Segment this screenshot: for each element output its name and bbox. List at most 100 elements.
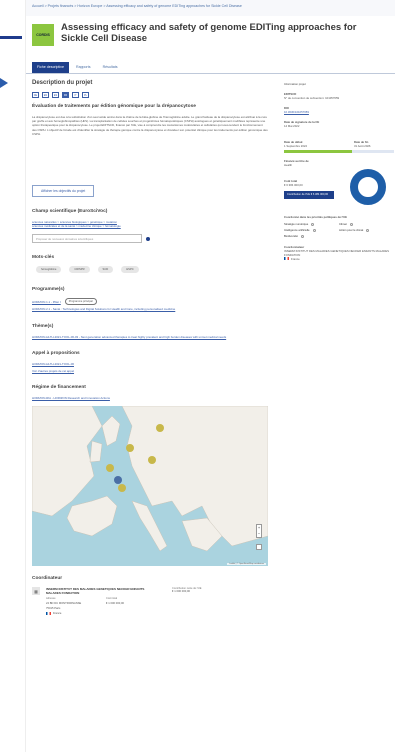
lang-fr[interactable]: FR (62, 92, 69, 98)
contribution-donut (350, 169, 386, 205)
priority-item[interactable]: Action pour le climat (339, 229, 394, 232)
field-link[interactable]: sciences médicales et de la santé > méde… (32, 224, 268, 228)
tab-bar: Fiche descriptive Rapports Résultats (26, 62, 395, 74)
cost-value: € 6 384 000,00 (284, 183, 303, 187)
coordinator-cost-label: Coût total (106, 597, 118, 601)
lang-en[interactable]: EN (42, 92, 49, 98)
tab-resultats[interactable]: Résultats (98, 62, 123, 73)
field-heading: Champ scientifique (EuroSciVoc) (32, 209, 108, 214)
lang-de[interactable]: DE (32, 92, 39, 98)
map-marker[interactable] (118, 484, 126, 493)
grant-agreement: N° de convention de subvention: 10105765… (284, 96, 340, 100)
radio-icon (349, 223, 353, 226)
keyword-chip[interactable]: SCD (97, 266, 114, 274)
project-progress-bar (284, 150, 394, 153)
start-date: 1 Septembre 2022 (284, 144, 308, 148)
theme-section: Thème(s) HORIZON-HLTH-2021-TOOL-06-03 - … (32, 324, 268, 339)
sidebar-country-row: France (284, 257, 394, 261)
call-other-projects-link[interactable]: Voir d'autres projets de cet appel (32, 369, 268, 373)
description-text: La drépanocytose est due à la substituti… (32, 115, 268, 136)
info-title: Information projet (284, 82, 306, 86)
keyword-chip[interactable]: CRISPR (69, 266, 90, 274)
funded-value: Health (284, 163, 293, 167)
map-attribution: Leaflet | © OpenStreetMap contributors (227, 563, 266, 566)
page: Accueil > Projets financés > Horizon Eur… (25, 0, 395, 752)
map-marker[interactable] (106, 464, 114, 473)
project-header: CORDIS Assessing efficacy and safety of … (26, 16, 395, 62)
call-section: Appel à propositions HORIZON-HLTH-2021-T… (32, 351, 268, 373)
field-suggest-row: Proposer de nouveaux domaines scientifiq… (32, 234, 268, 244)
radio-icon (300, 235, 304, 239)
radio-icon (366, 229, 370, 233)
keyword-chip[interactable]: hémoglobine (36, 266, 62, 274)
eu-contribution-button[interactable]: Contribution de l'UE € 6 384 000,00 (284, 191, 334, 199)
lang-it[interactable]: IT (72, 92, 79, 98)
programme-heading: Programme(s) (32, 287, 65, 293)
priority-item[interactable]: Intelligence artificielle (284, 229, 339, 232)
radio-icon (311, 223, 315, 226)
annotation-line (0, 36, 22, 39)
tab-rapports[interactable]: Rapports (71, 62, 96, 73)
page-title: Assessing efficacy and safety of genome … (61, 22, 357, 44)
priorities-title: Coordonné dans les priorités politiques … (284, 215, 347, 219)
project-info-sidebar: Information projet EDITSCD N° de convent… (284, 82, 394, 261)
coordinator-address: 24 BD DU MONTPARNASSE (46, 602, 82, 606)
coordinator-address-label: Adresse (46, 597, 56, 601)
show-objective-button[interactable]: Afficher les objectifs du projet (32, 185, 95, 197)
map-marker[interactable] (126, 444, 134, 453)
lang-pl[interactable]: PL (82, 92, 89, 98)
sidebar-country: France (291, 256, 300, 261)
coordinator-net-value: € 1 000 000,00 (172, 590, 190, 594)
annotation-arrow-icon (0, 78, 8, 88)
map-zoom-control[interactable]: + − (256, 524, 262, 539)
description-subtitle: Évaluation de traitements par édition gé… (32, 104, 196, 109)
coordinator-country-row: France (46, 612, 106, 616)
breadcrumb[interactable]: Accueil > Projets financés > Horizon Eur… (26, 0, 395, 16)
description-heading: Description du projet (32, 80, 93, 86)
programme-link[interactable]: HORIZON.2.1 - Santé : Technologies and D… (32, 307, 268, 311)
programme-section: Programme(s) HORIZON.1.1 - Pilier I Prog… (32, 287, 268, 311)
funding-section: Régime de financement HORIZON-RIA - HORI… (32, 385, 268, 400)
priority-item[interactable]: Stratégie numérique (284, 223, 339, 226)
coordinator-city: 75015 Paris (46, 607, 61, 611)
coordinator-cost: € 1 000 000,00 (106, 602, 124, 606)
call-link[interactable]: HORIZON-HLTH-2021-TOOL-06 (32, 362, 268, 366)
building-icon: ▦ (32, 587, 40, 596)
end-date: 31 Août 2026 (354, 144, 371, 148)
coordinator-heading: Coordinateur (32, 576, 63, 582)
programme-badge: Programme principal (64, 298, 97, 306)
call-heading: Appel à propositions (32, 350, 80, 356)
participants-map[interactable]: + − Leaflet | © OpenStreetMap contributor… (32, 406, 268, 567)
main-content: Description du projet DE EN ES FR IT PL … (32, 80, 268, 616)
keywords-heading: Mots‑clés (32, 255, 55, 261)
doi-link[interactable]: 10.3030/101057659 (284, 110, 394, 114)
keyword-chips: hémoglobine CRISPR SCD HSPC (36, 266, 268, 274)
programme-link[interactable]: HORIZON.1.1 - Pilier I (32, 300, 61, 304)
sidebar-coordinator-value: INSERM INSTITUT DES MALADIES GENETIQUES … (284, 248, 390, 257)
theme-link[interactable]: HORIZON-HLTH-2021-TOOL-06-03 - Next gene… (32, 335, 268, 339)
priority-item[interactable]: Biodiversité (284, 235, 339, 239)
map-fullscreen-button[interactable] (256, 544, 262, 551)
france-flag-icon (46, 612, 51, 616)
field-suggest-input[interactable]: Proposer de nouveaux domaines scientifiq… (32, 234, 142, 244)
map-marker[interactable] (148, 456, 156, 465)
theme-heading: Thème(s) (32, 323, 54, 329)
coordinator-country: France (53, 612, 62, 616)
keyword-chip[interactable]: HSPC (121, 266, 139, 274)
priorities-list: Stratégie numérique Climat Intelligence … (284, 223, 394, 239)
map-marker[interactable] (156, 424, 164, 433)
france-flag-icon (284, 257, 289, 261)
funding-heading: Régime de financement (32, 385, 86, 391)
coordinator-name: INSERM INSTITUT DES MALADIES GENETIQUES … (46, 587, 145, 596)
field-section: Champ scientifique (EuroSciVoc) sciences… (32, 209, 268, 244)
signature-date: 14 Mai 2022 (284, 124, 300, 128)
info-icon[interactable] (146, 236, 150, 241)
priority-item[interactable]: Climat (339, 223, 394, 226)
map-marker[interactable] (114, 476, 122, 485)
keywords-section: Mots‑clés hémoglobine CRISPR SCD HSPC (32, 255, 268, 274)
language-selector: DE EN ES FR IT PL (32, 92, 268, 98)
lang-es[interactable]: ES (52, 92, 59, 98)
funding-link[interactable]: HORIZON-RIA - HORIZON Research and Innov… (32, 396, 268, 400)
tab-fiche[interactable]: Fiche descriptive (32, 62, 69, 73)
radio-icon (312, 229, 316, 233)
